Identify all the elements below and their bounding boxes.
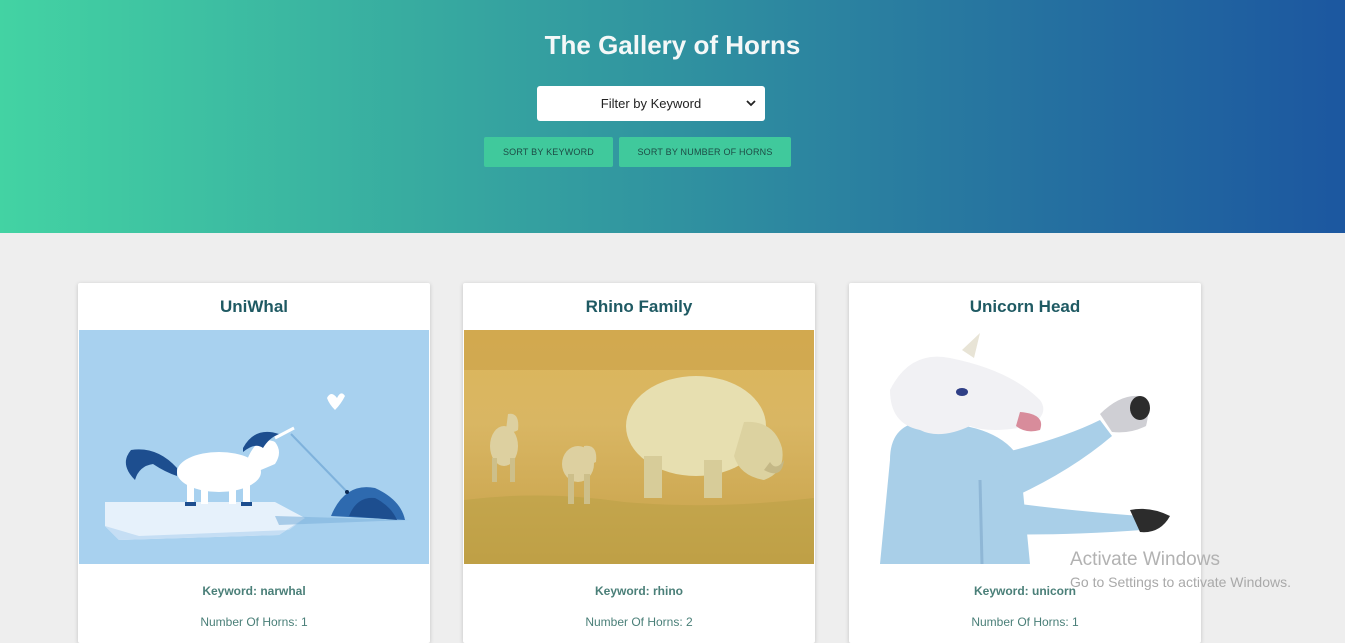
card-title: Unicorn Head	[969, 297, 1081, 316]
rhino-family-photo	[464, 330, 814, 564]
horn-card: Rhino Family Keyword: rhino Number Of Ho…	[463, 283, 815, 643]
card-horns-count: Number Of Horns: 2	[585, 615, 693, 629]
chevron-down-icon	[746, 100, 756, 107]
unicorn-narwhal-illustration	[79, 330, 429, 564]
card-image-uniwhal	[79, 330, 429, 564]
card-keyword: Keyword: narwhal	[202, 584, 306, 598]
horn-card: UniWhal Keyword: narwhal Number Of Horns	[78, 283, 430, 643]
page-title: The Gallery of Horns	[544, 30, 801, 60]
sort-by-keyword-label: SORT BY KEYWORD	[502, 147, 595, 157]
sort-by-keyword-button[interactable]: SORT BY KEYWORD	[484, 137, 613, 167]
card-title: Rhino Family	[585, 297, 693, 316]
card-image-rhino-family	[464, 330, 814, 564]
windows-activation-watermark: Activate Windows Go to Settings to activ…	[1070, 549, 1291, 590]
watermark-subtitle: Go to Settings to activate Windows.	[1070, 574, 1291, 590]
unicorn-mask-person-photo	[850, 330, 1200, 564]
page-header: The Gallery of Horns Filter by Keyword S…	[0, 0, 1345, 233]
card-title: UniWhal	[220, 297, 288, 316]
sort-by-horns-button[interactable]: SORT BY NUMBER OF HORNS	[619, 137, 791, 167]
card-horns-count: Number Of Horns: 1	[971, 615, 1079, 629]
card-horns-count: Number Of Horns: 1	[200, 615, 308, 629]
keyword-filter-select[interactable]: Filter by Keyword	[537, 86, 765, 121]
filter-select-value: Filter by Keyword	[600, 96, 702, 111]
sort-by-horns-label: SORT BY NUMBER OF HORNS	[637, 147, 773, 157]
card-keyword: Keyword: rhino	[594, 584, 683, 598]
watermark-title: Activate Windows	[1070, 549, 1220, 570]
card-image-unicorn-head	[850, 330, 1200, 564]
